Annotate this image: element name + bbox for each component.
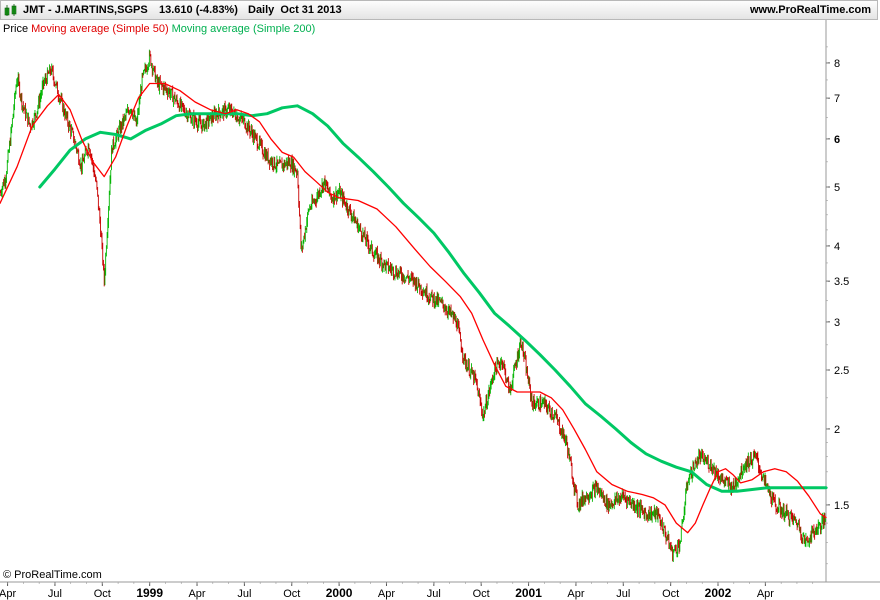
candlestick-icon [4, 4, 17, 16]
copyright-label: © ProRealTime.com [3, 569, 102, 581]
y-tick-label: 4 [834, 241, 840, 253]
x-tick-label: Oct [94, 588, 111, 600]
y-tick-label: 1.5 [834, 500, 849, 512]
ma50-line [0, 82, 827, 534]
x-tick-label: Oct [473, 588, 490, 600]
x-tick-label: 1999 [136, 586, 163, 600]
x-tick-label: 2000 [326, 586, 353, 600]
y-tick-label: 6 [834, 134, 840, 146]
price-chart: 1.5 2 2.5 3 3.5 4 5 6 7 8 Apr Jul Oct 1999 Apr Jul Oct 20… [0, 20, 880, 600]
y-tick-label: 7 [834, 93, 840, 105]
y-tick-label: 2.5 [834, 365, 849, 377]
chart-header: JMT - J.MARTINS,SGPS 13.610 (-4.83%) Dai… [0, 0, 878, 20]
x-tick-label: Jul [48, 588, 62, 600]
x-tick-label: Jul [237, 588, 251, 600]
y-tick-label: 2 [834, 424, 840, 436]
y-tick-label: 3.5 [834, 276, 849, 288]
x-tick-label: Apr [0, 588, 16, 600]
x-tick-label: 2002 [705, 586, 732, 600]
x-tick-label: Apr [757, 588, 774, 600]
price-bars [0, 49, 827, 563]
x-tick-label: Oct [662, 588, 679, 600]
chart-axes: 1.5 2 2.5 3 3.5 4 5 6 7 8 Apr Jul Oct 1999 Apr Jul Oct 20… [0, 20, 880, 600]
x-tick-label: Oct [283, 588, 300, 600]
x-tick-label: Apr [188, 588, 205, 600]
period-date: Daily Oct 31 2013 [248, 4, 342, 16]
last-price: 13.610 (-4.83%) [159, 4, 238, 16]
site-link[interactable]: www.ProRealTime.com [750, 4, 871, 16]
y-tick-label: 3 [834, 317, 840, 329]
y-tick-label: 8 [834, 58, 840, 70]
x-tick-label: Apr [378, 588, 395, 600]
x-tick-label: Jul [427, 588, 441, 600]
moving-average-lines [0, 82, 828, 534]
x-tick-label: 2001 [515, 586, 542, 600]
y-tick-label: 5 [834, 182, 840, 194]
x-tick-label: Jul [616, 588, 630, 600]
x-tick-label: Apr [567, 588, 584, 600]
instrument-name: JMT - J.MARTINS,SGPS [23, 4, 148, 16]
